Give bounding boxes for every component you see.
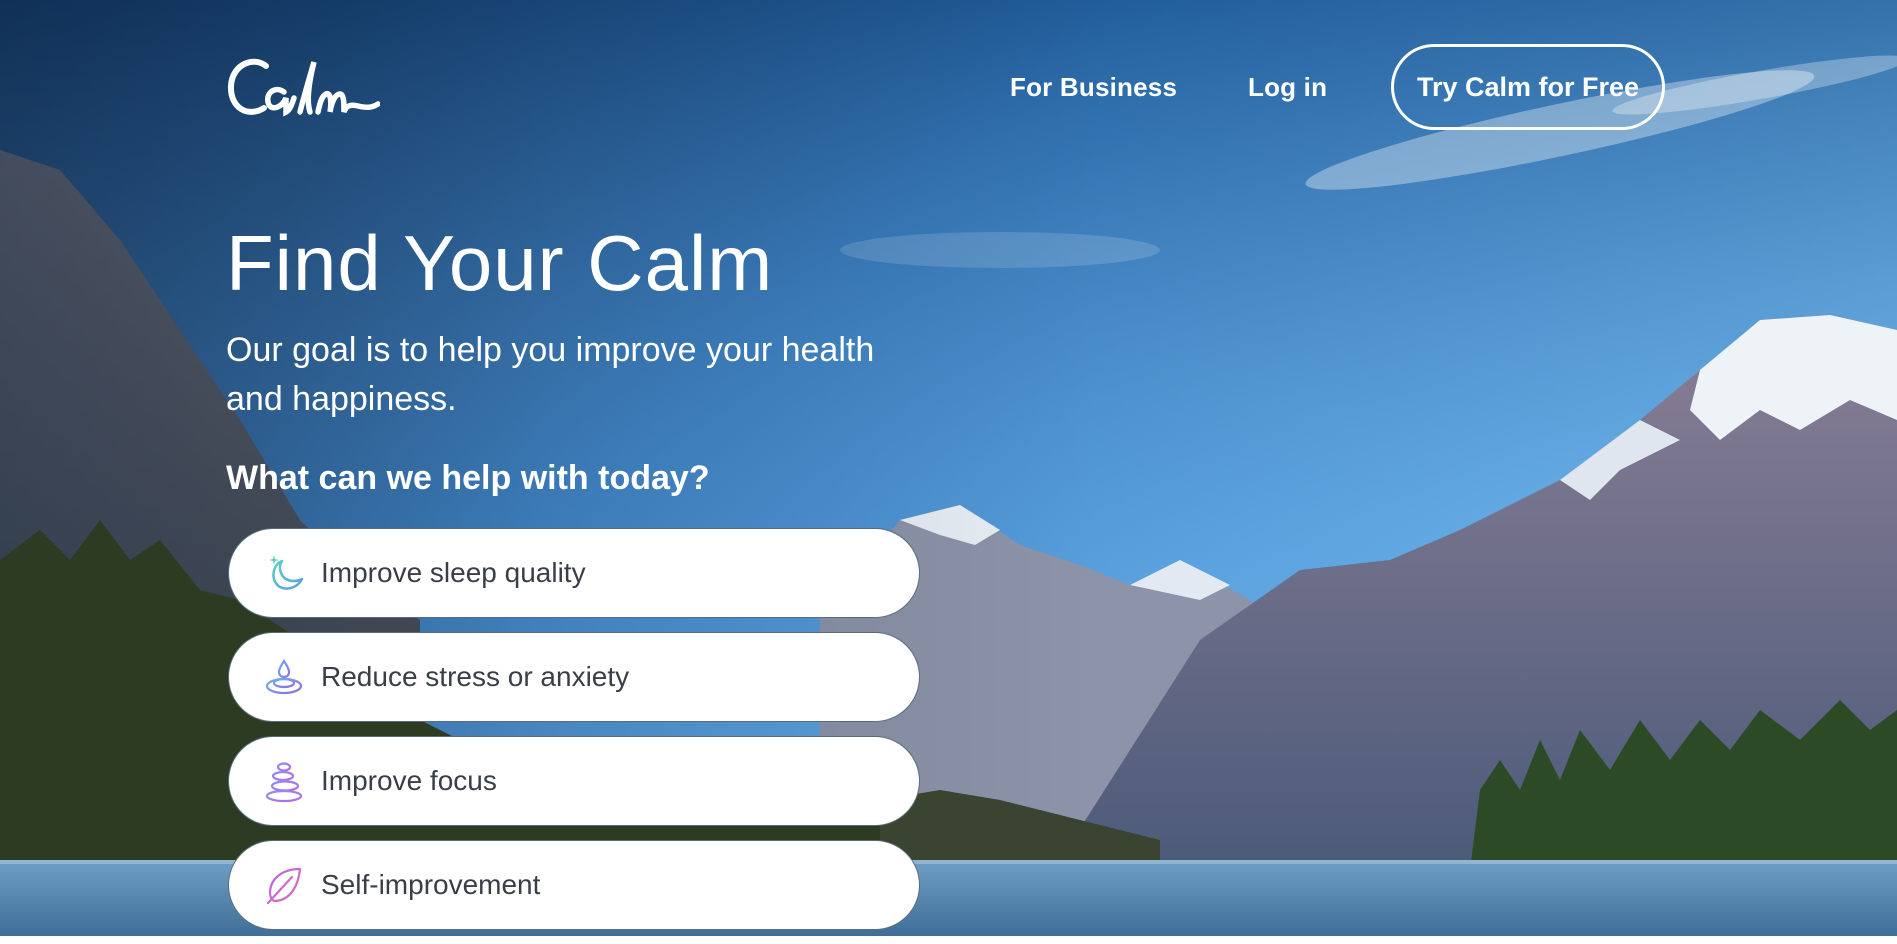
- calm-logo-wordmark: [228, 58, 381, 117]
- try-calm-for-free-button[interactable]: Try Calm for Free: [1391, 44, 1665, 130]
- leaf-icon: [266, 867, 302, 905]
- moon-icon: [269, 555, 304, 590]
- for-business-link[interactable]: For Business: [1010, 72, 1177, 103]
- help-options-list: Improve sleep quality Reduce stress or a…: [228, 528, 920, 944]
- stacked-stones-icon: [265, 762, 303, 803]
- water-drop-icon: [265, 659, 303, 695]
- hero-subtitle: Our goal is to help you improve your hea…: [226, 331, 875, 418]
- option-label: Self-improvement: [321, 869, 541, 900]
- option-label: Reduce stress or anxiety: [321, 661, 630, 692]
- option-label: Improve focus: [321, 765, 497, 796]
- option-reduce-stress[interactable]: Reduce stress or anxiety: [228, 632, 920, 722]
- option-improve-focus[interactable]: Improve focus: [228, 736, 920, 826]
- option-improve-sleep[interactable]: Improve sleep quality: [228, 528, 920, 618]
- option-label: Improve sleep quality: [321, 557, 586, 588]
- page-title: Find Your Calm: [226, 219, 774, 307]
- calm-logo[interactable]: [226, 56, 381, 125]
- help-question: What can we help with today?: [226, 459, 710, 497]
- option-self-improvement[interactable]: Self-improvement: [228, 840, 920, 930]
- log-in-link[interactable]: Log in: [1248, 72, 1327, 103]
